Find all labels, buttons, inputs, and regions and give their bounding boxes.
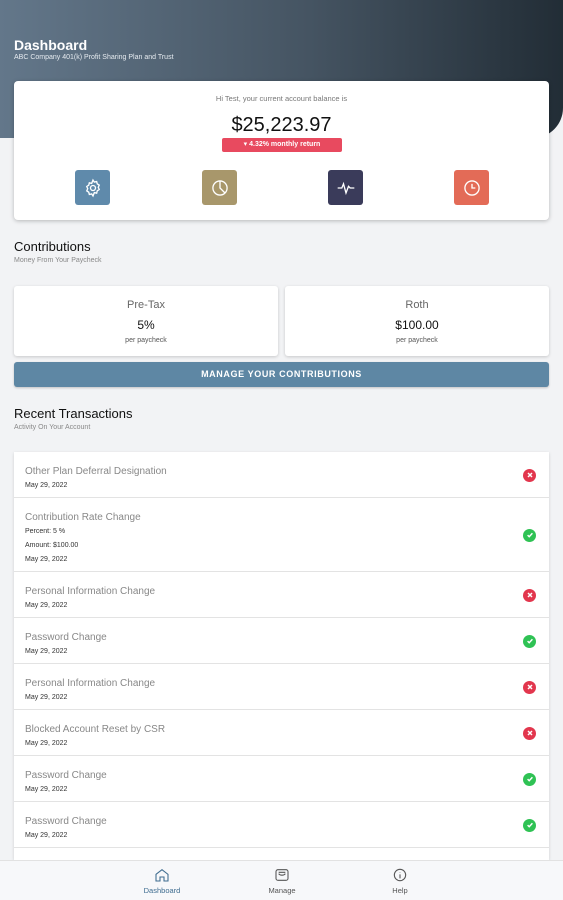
success-status-icon bbox=[523, 634, 536, 648]
roth-label: Roth bbox=[405, 299, 429, 311]
transaction-title: Other Plan Deferral Designation bbox=[25, 466, 167, 477]
home-icon bbox=[155, 868, 169, 882]
transaction-title: Personal Information Change bbox=[25, 586, 156, 597]
transaction-row[interactable]: Personal Information Change May 29, 2022 bbox=[14, 664, 549, 710]
roth-value: $100.00 bbox=[395, 318, 439, 332]
transaction-row[interactable]: Password Change May 29, 2022 bbox=[14, 618, 549, 664]
transaction-date: May 29, 2022 bbox=[25, 740, 68, 747]
transaction-date: May 29, 2022 bbox=[25, 602, 68, 609]
monthly-return-badge: ▾ 4.32% monthly return bbox=[222, 138, 342, 152]
tab-help[interactable]: Help bbox=[360, 861, 440, 900]
transaction-row[interactable]: Blocked Account Reset by CSR May 29, 2022 bbox=[14, 710, 549, 756]
transaction-date: May 29, 2022 bbox=[25, 482, 68, 489]
account-balance: $25,223.97 bbox=[231, 114, 332, 136]
transaction-title: Blocked Account Reset by CSR bbox=[25, 724, 166, 735]
failed-status-icon bbox=[523, 468, 536, 482]
pulse-icon bbox=[337, 181, 354, 195]
failed-status-icon bbox=[523, 680, 536, 694]
transaction-title: Password Change bbox=[25, 816, 107, 827]
success-status-icon bbox=[523, 772, 536, 786]
pretax-label: Pre-Tax bbox=[127, 299, 165, 311]
transaction-date: May 29, 2022 bbox=[25, 694, 68, 701]
balance-greeting: Hi Test, your current account balance is bbox=[215, 94, 348, 103]
tab-dashboard[interactable]: Dashboard bbox=[122, 861, 202, 900]
roth-frequency: per paycheck bbox=[396, 337, 438, 344]
success-status-icon bbox=[523, 528, 536, 542]
failed-status-icon bbox=[523, 588, 536, 602]
manage-icon bbox=[275, 869, 289, 881]
transaction-row[interactable]: Password Change May 29, 2022 bbox=[14, 802, 549, 848]
pretax-card[interactable]: Pre-Tax 5% per paycheck bbox=[14, 286, 278, 356]
contributions-subtitle: Money From Your Paycheck bbox=[14, 257, 102, 264]
history-button[interactable] bbox=[454, 170, 489, 205]
activity-button[interactable] bbox=[328, 170, 363, 205]
bottom-tab-bar: Dashboard Manage Help bbox=[0, 860, 563, 900]
transaction-date: May 29, 2022 bbox=[25, 786, 68, 793]
tab-manage[interactable]: Manage bbox=[242, 861, 322, 900]
clock-icon bbox=[463, 179, 480, 196]
gear-icon bbox=[85, 178, 100, 197]
transaction-row[interactable]: Other Plan Deferral Designation May 29, 2… bbox=[14, 452, 549, 498]
settings-button[interactable] bbox=[75, 170, 110, 205]
transaction-date: May 29, 2022 bbox=[25, 556, 68, 563]
transaction-title: Password Change bbox=[25, 770, 107, 781]
transaction-list: Other Plan Deferral Designation May 29, 2… bbox=[14, 452, 549, 860]
transaction-date: May 29, 2022 bbox=[25, 648, 68, 655]
transaction-row[interactable]: Password Change May 29, 2022 bbox=[14, 756, 549, 802]
transaction-row[interactable]: Personal Information Change May 29, 2022 bbox=[14, 572, 549, 618]
tab-manage-label: Manage bbox=[268, 886, 296, 895]
tab-help-label: Help bbox=[392, 886, 408, 895]
balance-card: Hi Test, your current account balance is… bbox=[14, 81, 549, 220]
manage-contributions-button[interactable]: MANAGE YOUR CONTRIBUTIONS bbox=[14, 362, 549, 387]
transaction-title: Contribution Rate Change bbox=[25, 512, 141, 523]
portfolio-button[interactable] bbox=[202, 170, 237, 205]
tab-dashboard-label: Dashboard bbox=[143, 886, 181, 895]
transaction-detail: Amount: $100.00 bbox=[25, 542, 79, 549]
pretax-frequency: per paycheck bbox=[125, 337, 167, 344]
roth-card[interactable]: Roth $100.00 per paycheck bbox=[285, 286, 549, 356]
transaction-date: May 29, 2022 bbox=[25, 832, 68, 839]
failed-status-icon bbox=[523, 726, 536, 740]
transaction-row[interactable]: Contribution Rate Change Percent: 5 % Amou… bbox=[14, 498, 549, 572]
success-status-icon bbox=[523, 818, 536, 832]
transactions-title: Recent Transactions bbox=[14, 406, 133, 421]
info-icon bbox=[393, 868, 407, 882]
plan-name: ABC Company 401(k) Profit Sharing Plan a… bbox=[14, 54, 174, 61]
transaction-title: Personal Information Change bbox=[25, 678, 156, 689]
page-title: Dashboard bbox=[14, 37, 88, 53]
pie-chart-icon bbox=[211, 179, 228, 196]
transaction-detail: Percent: 5 % bbox=[25, 528, 66, 535]
pretax-value: 5% bbox=[137, 318, 155, 332]
transaction-title: Password Change bbox=[25, 632, 107, 643]
transactions-subtitle: Activity On Your Account bbox=[14, 424, 91, 431]
contributions-title: Contributions bbox=[14, 239, 91, 254]
